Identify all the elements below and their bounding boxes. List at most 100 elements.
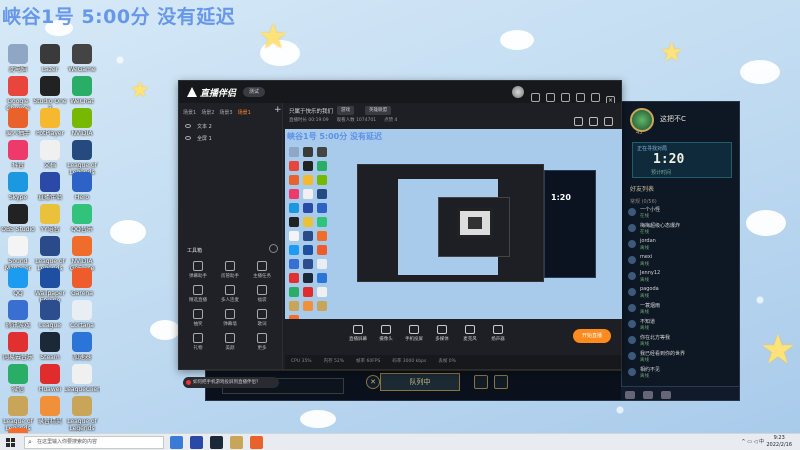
tab-scene-active[interactable]: 场景1 xyxy=(238,110,251,116)
start-stream-button[interactable]: 开始直播 xyxy=(573,329,611,343)
desktop-icon[interactable]: Garena xyxy=(64,268,100,304)
settings-icon[interactable] xyxy=(589,117,598,126)
friend-item[interactable]: 不知道 离线 xyxy=(628,318,734,332)
game-settings-icon[interactable] xyxy=(474,375,488,389)
desktop-icon[interactable]: Studio One 3 xyxy=(32,76,68,112)
friend-item[interactable]: 一个小怪 在线 xyxy=(628,206,734,220)
desktop-icon[interactable]: 此电脑 xyxy=(0,44,36,80)
desktop-icon[interactable]: Hero xyxy=(64,172,100,208)
friend-item[interactable]: 我已经看到你的世界 离线 xyxy=(628,350,734,364)
app-icon[interactable] xyxy=(190,436,203,449)
friend-item[interactable]: 一蓑烟雨 离线 xyxy=(628,302,734,316)
source-item[interactable]: 全屏 1 xyxy=(185,135,212,142)
source-button[interactable]: 直播屏幕 xyxy=(345,325,371,342)
desktop-icon[interactable]: WeChat xyxy=(64,76,100,112)
add-scene-button[interactable]: + xyxy=(274,105,282,115)
source-item[interactable]: 文本 2 xyxy=(185,123,212,130)
desktop-icon[interactable]: Lazer xyxy=(32,44,68,80)
toolbox-item[interactable]: 主播任务 xyxy=(247,261,277,279)
game-menu-icon[interactable] xyxy=(494,375,508,389)
start-button[interactable] xyxy=(6,438,15,447)
toolbox-item[interactable]: 礼物 xyxy=(183,333,213,351)
desktop-icon[interactable]: 录音精灵 xyxy=(32,396,68,432)
desktop-icon[interactable]: LeagueClient xyxy=(64,364,100,400)
desktop-icon[interactable]: QQ音乐 xyxy=(64,204,100,240)
minimize-icon[interactable] xyxy=(591,93,600,102)
task-view-icon[interactable] xyxy=(170,436,183,449)
help-icon[interactable] xyxy=(661,391,671,399)
toolbox-item[interactable]: 抽奖 xyxy=(183,309,213,327)
desktop-icon[interactable]: League of Legends xyxy=(32,236,68,272)
toolbox-item[interactable]: 歌词 xyxy=(247,309,277,327)
desktop-icon[interactable]: League of Legends xyxy=(64,396,100,432)
volume-icon[interactable]: ◁ xyxy=(754,439,758,445)
desktop-icon[interactable]: League of Legends xyxy=(64,140,100,176)
friend-item[interactable]: 梅梅超级心态爆炸 在线 xyxy=(628,222,734,236)
source-button[interactable]: 摄像头 xyxy=(373,325,399,342)
friend-item[interactable]: 相约不见 离线 xyxy=(628,366,734,380)
queue-button[interactable]: 队列中 xyxy=(380,373,460,391)
toolbox-item[interactable]: 福袋 xyxy=(247,285,277,303)
friend-item[interactable]: mexi 离线 xyxy=(628,254,734,268)
game-tag[interactable]: 英雄联盟 xyxy=(365,106,391,115)
desktop-icon[interactable]: Cortana xyxy=(64,300,100,336)
taskbar-search-input[interactable]: 在这里输入你要搜索的内容 xyxy=(24,436,164,449)
desktop-icon[interactable]: Steam xyxy=(32,332,68,368)
room-title[interactable]: 只属于快乐的我们 xyxy=(289,107,333,115)
friend-item[interactable]: pagoda 离线 xyxy=(628,286,734,300)
share-icon[interactable] xyxy=(531,93,540,102)
desktop-icon[interactable]: League xyxy=(32,300,68,336)
toolbox-item[interactable]: 多人连麦 xyxy=(215,285,245,303)
streaming-app-window[interactable]: 直播伴侣 测试 × 场景1 场景2 场景3 场景1 + 文本 2 全屏 1 工具箱 弹… xyxy=(178,80,622,388)
desktop-icon[interactable]: Sound Manager xyxy=(0,236,36,272)
mic-icon[interactable] xyxy=(643,391,653,399)
toolbox-item[interactable]: 弹幕墙 xyxy=(215,309,245,327)
bell-icon[interactable] xyxy=(576,93,585,102)
cancel-queue-icon[interactable]: ✕ xyxy=(366,375,380,389)
toolbox-item[interactable]: 弹幕助手 xyxy=(183,261,213,279)
desktop-icon[interactable]: League of Legends xyxy=(0,396,36,432)
category-tag[interactable]: 游戏 xyxy=(337,106,354,115)
ime-indicator[interactable]: 中 xyxy=(759,439,764,445)
desktop-icon[interactable]: WeGame xyxy=(64,44,100,80)
clock[interactable]: 9:23 2022/2/16 xyxy=(766,435,792,449)
desktop-icon[interactable]: QQ xyxy=(0,268,36,304)
tab-scene[interactable]: 场景2 xyxy=(201,110,214,116)
friend-item[interactable]: 你在北方等我 离线 xyxy=(628,334,734,348)
desktop-icon[interactable]: 文档 xyxy=(32,140,68,176)
fullscreen-icon[interactable] xyxy=(604,117,613,126)
chat-icon[interactable] xyxy=(625,391,635,399)
toolbox-item[interactable]: 更多 xyxy=(247,333,277,351)
tab-scene[interactable]: 场景3 xyxy=(219,110,232,116)
desktop-icon[interactable]: NVIDIA GeForce xyxy=(64,236,100,272)
tip-banner[interactable]: 如何把手机游戏投屏到直播伴侣？ xyxy=(183,377,279,388)
app-icon[interactable] xyxy=(250,436,263,449)
desktop-icon[interactable]: Skype xyxy=(0,172,36,208)
desktop-icon[interactable]: PotPlayer xyxy=(32,108,68,144)
desktop-icon[interactable]: OBS Studio xyxy=(0,204,36,240)
desktop-icon[interactable]: Huawei xyxy=(32,364,68,400)
desktop-icon[interactable]: YY语音 xyxy=(32,204,68,240)
desktop-icon[interactable]: 爱人抽手 xyxy=(0,108,36,144)
friends-group-heading[interactable]: 常规 (0/56) xyxy=(630,198,657,205)
lol-icon[interactable] xyxy=(230,436,243,449)
desktop-icon[interactable]: 加速器 xyxy=(64,332,100,368)
source-button[interactable]: 扬声器 xyxy=(485,325,511,342)
source-button[interactable]: 多媒体 xyxy=(429,325,455,342)
visibility-icon[interactable] xyxy=(185,136,191,140)
desktop-icon[interactable]: 腾讯游戏 xyxy=(0,300,36,336)
player-avatar[interactable] xyxy=(630,108,654,132)
desktop-icon[interactable]: Wallpaper Engine xyxy=(32,268,68,304)
user-avatar[interactable] xyxy=(512,86,524,98)
toolbox-settings-icon[interactable] xyxy=(269,244,278,253)
source-button[interactable]: 手机投屏 xyxy=(401,325,427,342)
desktop-icon[interactable]: 网易云音乐 xyxy=(0,332,36,368)
network-icon[interactable]: ▭ xyxy=(747,439,752,445)
source-button[interactable]: 麦克风 xyxy=(457,325,483,342)
desktop-icon[interactable]: NVIDIA xyxy=(64,108,100,144)
visibility-icon[interactable] xyxy=(185,124,191,128)
app-icon[interactable] xyxy=(210,436,223,449)
desktop-icon[interactable]: 抖音 xyxy=(0,140,36,176)
stream-preview[interactable]: 峡谷1号 5:00分 没有延迟 1:20 xyxy=(285,129,622,319)
toolbox-item[interactable]: 房管助手 xyxy=(215,261,245,279)
